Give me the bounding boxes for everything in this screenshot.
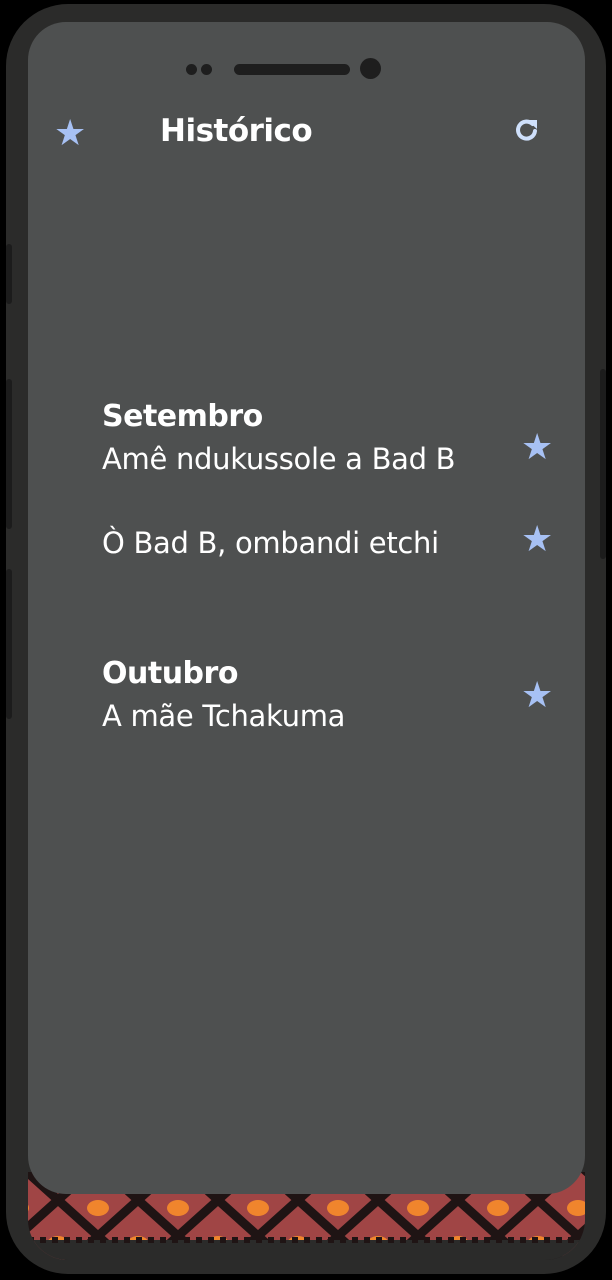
side-button xyxy=(6,379,12,529)
app-screen xyxy=(28,22,585,1194)
history-item-title[interactable]: Ò Bad B, ombandi etchi xyxy=(102,526,439,560)
sensor-dot xyxy=(201,64,212,75)
page-title: Histórico xyxy=(160,113,313,149)
refresh-icon[interactable] xyxy=(513,116,541,144)
sensor-dot xyxy=(186,64,197,75)
month-heading: Setembro xyxy=(102,399,263,434)
history-item-title[interactable]: A mãe Tchakuma xyxy=(102,699,345,733)
speaker-grill xyxy=(234,64,350,75)
history-item-title[interactable]: Amê ndukussole a Bad B xyxy=(102,442,456,476)
month-heading: Outubro xyxy=(102,656,238,691)
side-button xyxy=(600,369,606,559)
favorite-star-icon[interactable]: ★ xyxy=(521,522,553,558)
favorite-star-icon[interactable]: ★ xyxy=(521,430,553,466)
favorites-star-icon[interactable]: ★ xyxy=(54,116,86,152)
front-camera xyxy=(360,58,381,79)
favorite-star-icon[interactable]: ★ xyxy=(521,678,553,714)
phone-frame xyxy=(6,4,606,1274)
side-button xyxy=(6,244,12,304)
side-button xyxy=(6,569,12,719)
